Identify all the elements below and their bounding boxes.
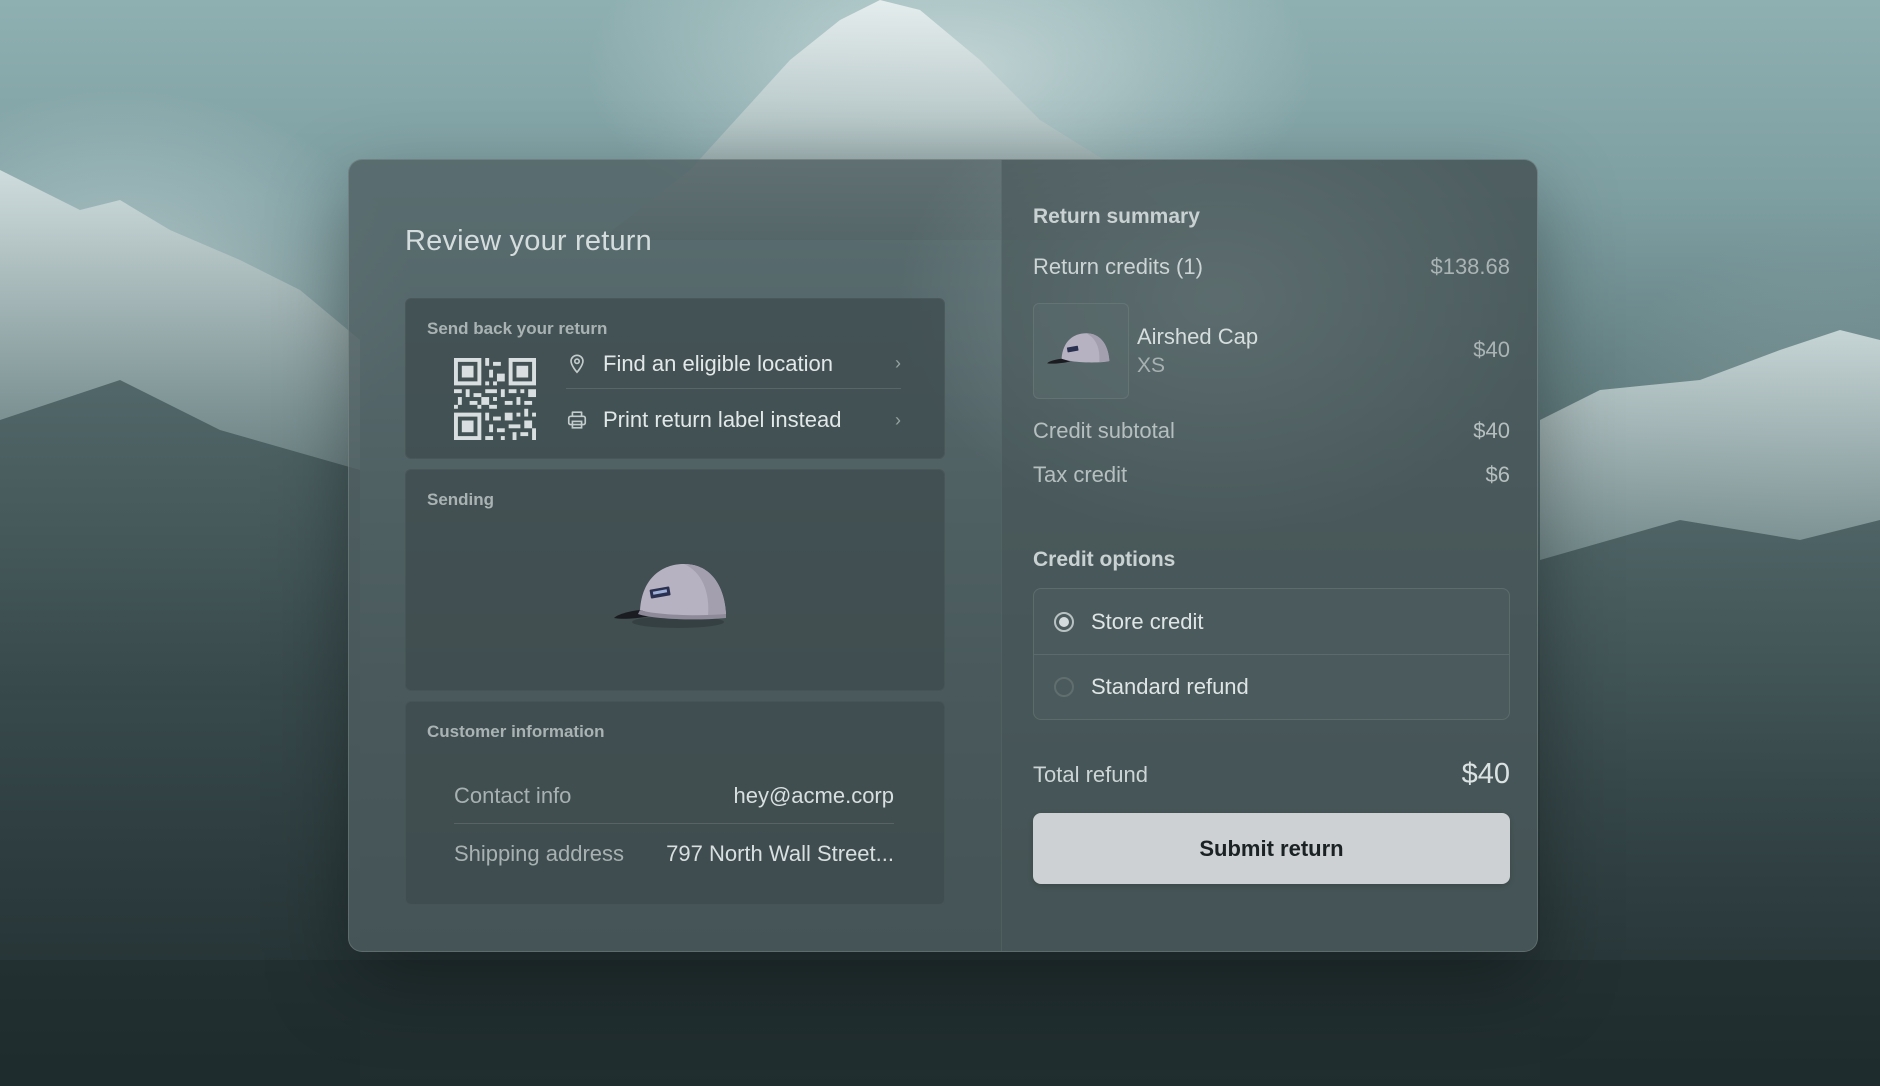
item-name: Airshed Cap: [1137, 324, 1259, 349]
total-refund-value: $40: [1461, 758, 1510, 790]
return-credits-row: Return credits (1) $138.68: [1033, 254, 1510, 280]
item-thumbnail: [1033, 303, 1129, 399]
shipping-address-row: Shipping address 797 North Wall Street..…: [454, 826, 894, 882]
submit-return-button[interactable]: Submit return: [1033, 813, 1510, 884]
cap-thumbnail-image: [1047, 333, 1110, 364]
item-price: $40: [1473, 337, 1510, 362]
send-back-label: Send back your return: [427, 319, 608, 338]
sending-panel: Sending: [405, 469, 945, 691]
print-label-label: Print return label instead: [603, 407, 842, 432]
shipping-address-value: 797 North Wall Street...: [666, 841, 894, 866]
qr-code-icon: [454, 358, 536, 440]
page-title: Review your return: [405, 225, 652, 257]
printer-icon: [567, 411, 587, 429]
sending-label: Sending: [427, 490, 495, 509]
return-summary-title: Return summary: [1033, 205, 1200, 228]
send-back-panel: Send back your return Find an eligible l…: [405, 298, 945, 459]
map-pin-icon: [570, 353, 584, 373]
store-credit-radio[interactable]: [1054, 611, 1074, 632]
standard-refund-option[interactable]: Standard refund: [1034, 654, 1509, 719]
return-credits-label: Return credits (1): [1033, 254, 1203, 279]
return-review-card: Review your return Send back your return: [348, 159, 1538, 952]
standard-refund-label: Standard refund: [1091, 674, 1249, 699]
shipping-address-key: Shipping address: [454, 841, 625, 866]
tax-credit-value: $6: [1485, 462, 1510, 487]
find-location-label: Find an eligible location: [603, 350, 833, 376]
contact-info-value: hey@acme.corp: [733, 782, 894, 808]
cap-image: [614, 564, 726, 628]
item-size: XS: [1137, 354, 1166, 377]
find-location-option[interactable]: Find an eligible location ›: [566, 339, 901, 389]
tax-credit-label: Tax credit: [1033, 462, 1128, 487]
standard-refund-radio[interactable]: [1054, 677, 1074, 697]
item-details: Airshed Cap XS: [1137, 324, 1258, 378]
credit-subtotal-value: $40: [1473, 418, 1510, 443]
store-credit-label: Store credit: [1091, 608, 1204, 634]
print-label-option[interactable]: Print return label instead ›: [566, 395, 901, 445]
return-item: Airshed Cap XS $40: [1033, 303, 1510, 399]
chevron-right-icon: ›: [895, 353, 901, 373]
total-refund-label: Total refund: [1033, 761, 1148, 787]
return-credits-value: $138.68: [1430, 254, 1510, 279]
total-refund-row: Total refund $40: [1033, 758, 1510, 791]
tax-credit-row: Tax credit $6: [1033, 462, 1510, 488]
return-details-column: Review your return Send back your return: [349, 160, 1001, 951]
store-credit-option[interactable]: Store credit: [1034, 589, 1509, 654]
contact-info-row: Contact info hey@acme.corp: [454, 768, 894, 824]
customer-info-label: Customer information: [427, 722, 605, 741]
customer-info-panel: Customer information Contact info hey@ac…: [405, 701, 945, 905]
credit-subtotal-label: Credit subtotal: [1033, 418, 1175, 443]
contact-info-key: Contact info: [454, 782, 572, 808]
credit-options-title: Credit options: [1033, 548, 1176, 571]
credit-options-group: Store credit Standard refund: [1033, 588, 1510, 720]
credit-subtotal-row: Credit subtotal $40: [1033, 418, 1510, 444]
chevron-right-icon: ›: [895, 409, 901, 430]
return-summary-column: Return summary Return credits (1) $138.6…: [1001, 160, 1537, 951]
